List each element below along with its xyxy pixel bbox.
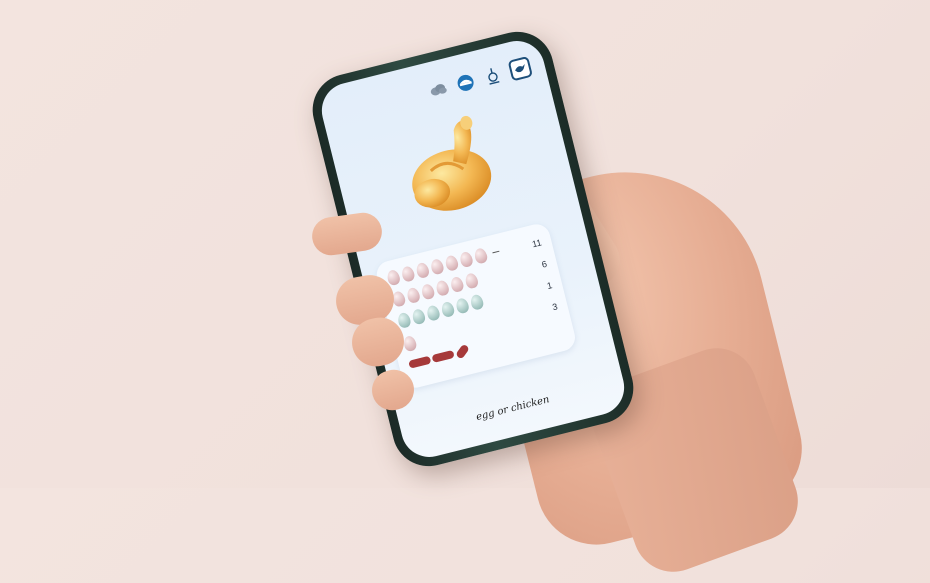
egg-icon	[425, 304, 441, 322]
egg-icon	[458, 250, 474, 269]
kitchen-tool-icon[interactable]	[481, 63, 505, 87]
egg-icon	[464, 272, 480, 290]
sausage-icon	[431, 349, 455, 363]
egg-icon	[411, 307, 427, 326]
egg-icon	[400, 265, 416, 283]
egg-icon	[469, 293, 485, 311]
tally-row	[402, 334, 420, 353]
roast-chicken-image	[412, 115, 492, 211]
egg-icon	[434, 279, 451, 297]
rice-bowl-icon[interactable]	[453, 70, 477, 94]
egg-icon	[440, 300, 456, 319]
egg-icon	[415, 261, 431, 280]
tally-card: 11 6 1 3	[373, 221, 578, 391]
tally-value: 6	[540, 258, 548, 270]
egg-icon	[454, 297, 471, 315]
tally-value: 1	[545, 280, 554, 292]
egg-icon	[429, 257, 445, 276]
sausage-icon	[455, 343, 470, 360]
top-toolbar	[426, 55, 534, 102]
sausage-icon	[408, 355, 432, 369]
row-divider	[492, 250, 500, 254]
egg-icon	[444, 254, 460, 272]
egg-icon	[402, 334, 418, 353]
tally-value: 3	[551, 301, 559, 313]
tally-value: 11	[531, 237, 543, 250]
bird-icon[interactable]	[507, 55, 534, 82]
egg-icon	[420, 282, 436, 301]
egg-icon	[449, 275, 465, 294]
egg-icon	[405, 286, 422, 305]
egg-icon	[473, 247, 489, 265]
cloud-icon[interactable]	[426, 77, 450, 101]
